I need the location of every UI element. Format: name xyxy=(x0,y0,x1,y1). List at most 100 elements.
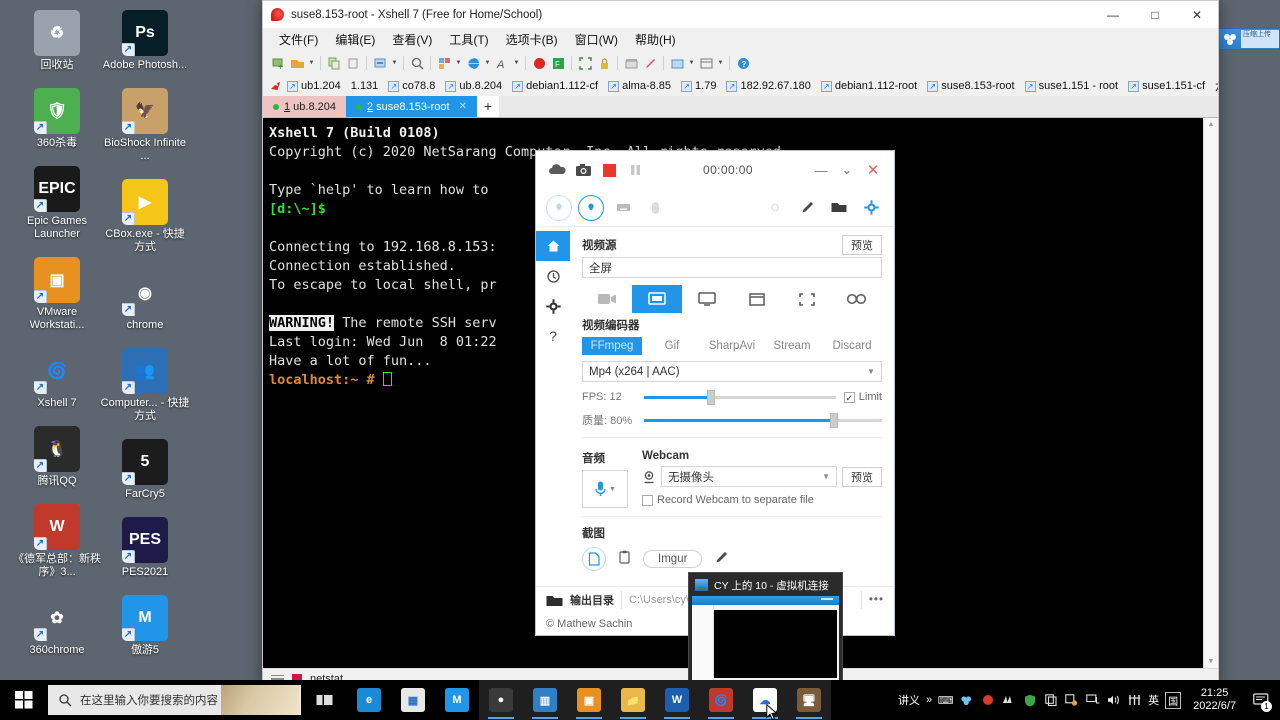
capture-dropdown-icon[interactable]: ▼ xyxy=(687,60,696,66)
source-mode-desktop[interactable] xyxy=(682,285,732,313)
volume-icon[interactable] xyxy=(1106,693,1121,708)
video-source-select[interactable]: 全屏 xyxy=(582,257,882,278)
encoder-tab-stream[interactable]: Stream xyxy=(762,337,822,355)
terminal-tab-1[interactable]: 2 suse8.153-root ✕ xyxy=(346,96,477,117)
webcam-separate-file-box[interactable] xyxy=(642,494,653,506)
desktop-icon-360chrome-icon[interactable]: ✿ ↗ 360chrome xyxy=(12,595,102,657)
windows-taskbar[interactable]: 在这里输入你要搜索的内容 e ▦ M ● ▥ ▣ 📁 W 🌀 ☁ 🖥 讲义 » ⌨ xyxy=(0,680,1280,720)
tray-label[interactable]: 讲义 xyxy=(898,692,920,708)
desktop-icon-recycle-bin-icon[interactable]: ♻ 回收站 xyxy=(12,10,102,72)
ime-mode-label[interactable]: 国 xyxy=(1165,691,1182,709)
network-icon[interactable] xyxy=(1085,693,1100,708)
layout-icon[interactable] xyxy=(435,54,453,72)
flash-icon[interactable] xyxy=(762,195,788,221)
xshell-bookmark-bar[interactable]: ↗ ub1.204 1.131 ↗ co78.8 ↗ ub.8.204 ↗ debian1.11… xyxy=(263,75,1218,97)
help-icon[interactable]: ? xyxy=(734,54,752,72)
scroll-up-icon[interactable]: ▲ xyxy=(1208,118,1215,131)
grid-icon[interactable] xyxy=(697,54,715,72)
source-mode-screen[interactable] xyxy=(632,285,682,313)
encoder-tab-discard[interactable]: Discard xyxy=(822,337,882,355)
security-icon[interactable] xyxy=(1064,693,1079,708)
tab-close-icon[interactable]: ✕ xyxy=(459,101,467,112)
close-button[interactable]: ✕ xyxy=(1176,1,1218,28)
captura-toolbar[interactable] xyxy=(536,189,894,227)
desktop-icon-epic-games-icon[interactable]: EPIC ↗ Epic Games Launcher xyxy=(12,166,102,241)
menu-item-4[interactable]: 选项卡(B) xyxy=(499,29,565,50)
captura-collapse-button[interactable]: ⌄ xyxy=(834,157,860,183)
source-mode-no-video[interactable] xyxy=(582,285,632,313)
source-mode-window[interactable] xyxy=(732,285,782,313)
desktop-icon-chrome-icon[interactable]: ◉ ↗ chrome xyxy=(100,270,190,332)
open-folder-dropdown-icon[interactable]: ▼ xyxy=(307,60,316,66)
taskbar-app-oracle-vbox[interactable]: ▥ xyxy=(523,680,567,720)
scroll-down-icon[interactable]: ▼ xyxy=(1208,655,1215,668)
taskbar-apps[interactable]: e ▦ M ● ▥ ▣ 📁 W 🌀 ☁ 🖥 xyxy=(347,680,831,720)
capture-icon[interactable] xyxy=(668,54,686,72)
desktop-icon-maxthon-icon[interactable]: M ↗ 傲游5 xyxy=(100,595,190,657)
taskbar-app-vmware[interactable]: ▣ xyxy=(567,680,611,720)
bookmark-1[interactable]: 1.131 xyxy=(347,80,383,92)
bookmark-0[interactable]: ↗ ub1.204 xyxy=(283,80,345,92)
taskbar-app-maxthon[interactable]: M xyxy=(435,680,479,720)
bookmark-7[interactable]: ↗ 182.92.67.180 xyxy=(722,80,814,92)
360-shield-icon[interactable] xyxy=(1022,693,1037,708)
sidebar-item-settings[interactable] xyxy=(536,291,570,321)
encoder-tab-sharpavi[interactable]: SharpAvi xyxy=(702,337,762,355)
fps-slider[interactable] xyxy=(644,389,836,405)
tray-overflow-icon[interactable]: » xyxy=(926,694,932,706)
menu-item-0[interactable]: 文件(F) xyxy=(272,29,325,50)
xshell-window-controls[interactable]: — □ ✕ xyxy=(1092,1,1218,28)
system-tray[interactable]: 讲义 » ⌨ 英 国 21:25 2022/6/7 1 xyxy=(898,680,1280,720)
taskbar-app-xshell[interactable]: 🌀 xyxy=(699,680,743,720)
desktop-icon-photoshop-icon[interactable]: Ps ↗ Adobe Photosh... xyxy=(100,10,190,72)
captura-sidebar[interactable]: ? xyxy=(536,227,570,586)
taskbar-app-edge[interactable]: e xyxy=(347,680,391,720)
captura-window[interactable]: 00:00:00 — ⌄ ✕ ? 视频源 预览 全屏 视频编码器 FFmpeg … xyxy=(535,150,895,636)
taskbar-clock[interactable]: 21:25 2022/6/7 xyxy=(1187,687,1242,713)
keyboard-icon[interactable]: ⌨ xyxy=(938,693,954,708)
video-format-select[interactable]: Mp4 (x264 | AAC) ▼ xyxy=(582,361,882,382)
xshell-session-icon[interactable] xyxy=(530,54,548,72)
xshell-menu-bar[interactable]: 文件(F) 编辑(E) 查看(V) 工具(T) 选项卡(B) 窗口(W) 帮助(H) xyxy=(263,28,1218,51)
nvidia-icon[interactable] xyxy=(1001,693,1016,708)
open-folder-icon[interactable] xyxy=(288,54,306,72)
folder-icon[interactable] xyxy=(826,195,852,221)
sidebar-item-history[interactable] xyxy=(536,261,570,291)
desktop-icon-farcry5-icon[interactable]: 5 ↗ FarCry5 xyxy=(100,439,190,501)
video-preview-button[interactable]: 预览 xyxy=(842,235,882,255)
captura-header[interactable]: 00:00:00 — ⌄ ✕ xyxy=(536,151,894,189)
desktop-icon-bioshock-icon[interactable]: 🦅 ↗ BioShock Infinite ... xyxy=(100,88,190,163)
xshell-tab-bar[interactable]: 1 ub.8.204 2 suse8.153-root ✕ + xyxy=(263,96,1218,118)
cloud-icon[interactable] xyxy=(959,693,974,708)
bookmark-10[interactable]: ↗ suse1.151 - root xyxy=(1021,80,1123,92)
bookmark-12[interactable]: 六8.88 xyxy=(1211,78,1218,94)
new-tab-button[interactable]: + xyxy=(476,96,499,117)
taskbar-app-file-explorer[interactable]: 📁 xyxy=(611,680,655,720)
search-icon[interactable] xyxy=(408,54,426,72)
output-more-button[interactable]: ••• xyxy=(869,594,884,606)
bookmark-6[interactable]: ↗ 1.79 xyxy=(677,80,720,92)
sidebar-item-help[interactable]: ? xyxy=(536,321,570,351)
quality-slider-row[interactable]: 质量: 80% xyxy=(582,412,882,428)
desktop-icon-qq-icon[interactable]: 🐧 ↗ 腾讯QQ xyxy=(12,426,102,488)
cloud-icon[interactable] xyxy=(544,157,570,183)
taskbar-app-recorder[interactable]: ● xyxy=(479,680,523,720)
bookmark-2[interactable]: ↗ co78.8 xyxy=(384,80,439,92)
desktop-icon-cbox-icon[interactable]: ▶ ↗ CBox.exe - 快捷方式 xyxy=(100,179,190,254)
taskbar-app-baidu-netdisk[interactable]: ☁ xyxy=(743,680,787,720)
lock-icon[interactable] xyxy=(595,54,613,72)
webcam-preview-button[interactable]: 预览 xyxy=(842,466,882,487)
maximize-button[interactable]: □ xyxy=(1134,1,1176,28)
camera-icon[interactable] xyxy=(570,157,596,183)
bookmark-pin-icon[interactable] xyxy=(269,79,281,93)
bookmark-3[interactable]: ↗ ub.8.204 xyxy=(441,80,506,92)
quality-slider[interactable] xyxy=(644,412,882,428)
taskbar-app-vm-connection[interactable]: 🖥 xyxy=(787,680,831,720)
fps-limit-checkbox[interactable]: ✓ Limit xyxy=(843,391,882,403)
taskbar-thumbnail-preview[interactable]: CY 上的 10 - 虚拟机连接 xyxy=(688,572,843,691)
menu-item-3[interactable]: 工具(T) xyxy=(442,29,495,50)
webcam-select[interactable]: 无摄像头 ▼ xyxy=(661,466,837,487)
captura-close-button[interactable]: ✕ xyxy=(860,157,886,183)
record-icon[interactable] xyxy=(980,693,995,708)
grid-dropdown-icon[interactable]: ▼ xyxy=(716,60,725,66)
